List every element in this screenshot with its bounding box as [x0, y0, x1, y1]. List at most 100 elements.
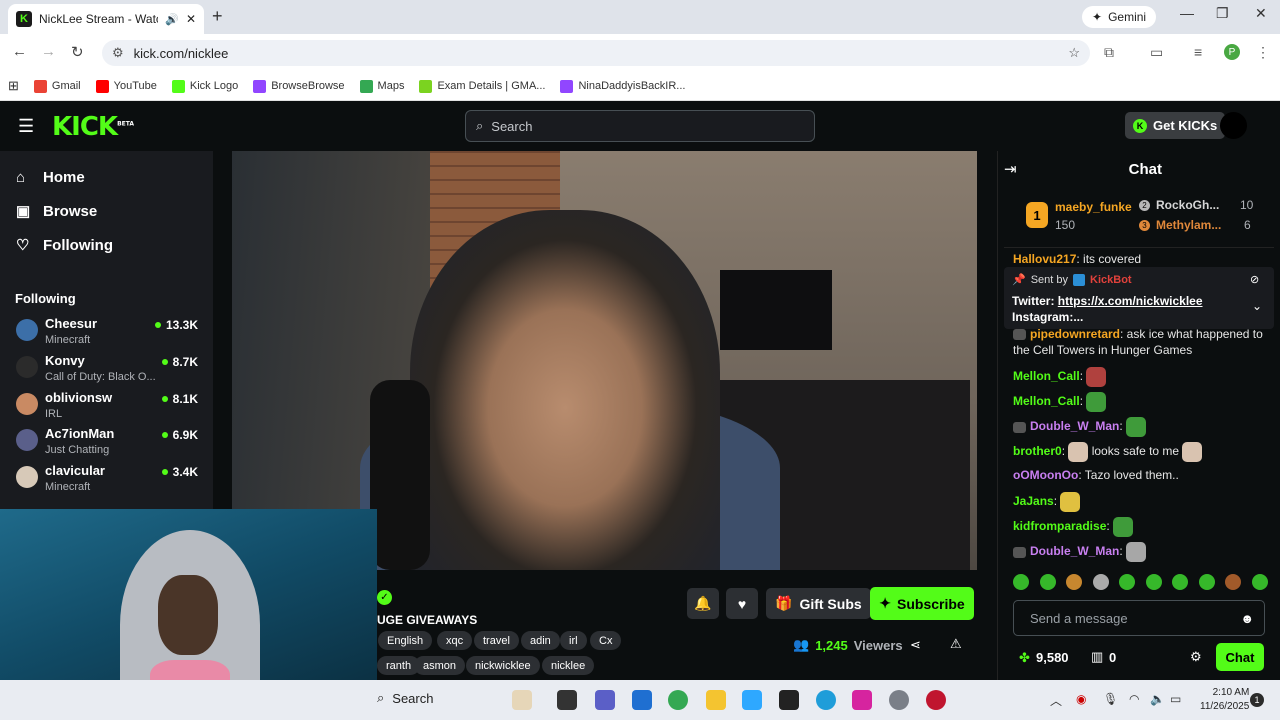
emote-icon[interactable]: [1145, 574, 1162, 590]
follow-heart-button[interactable]: ♥: [726, 588, 758, 619]
stream-tag[interactable]: nickwicklee: [466, 656, 540, 675]
leader-2-name[interactable]: RockoGh...: [1156, 198, 1219, 212]
following-channel[interactable]: Cheesur Minecraft 13.3K: [16, 313, 200, 349]
chat-username[interactable]: Mellon_Call: [1013, 394, 1080, 408]
chat-username[interactable]: oOMoonOo: [1013, 468, 1078, 482]
nav-following[interactable]: ♡ Following: [16, 236, 113, 255]
media-control-icon[interactable]: ≡: [1194, 44, 1202, 60]
store-icon[interactable]: [632, 690, 652, 710]
search-input[interactable]: ⌕ Search: [465, 110, 815, 142]
cake-widget-icon[interactable]: [512, 690, 532, 710]
back-icon[interactable]: ←: [12, 43, 27, 60]
bookmark-item[interactable]: BrowseBrowse: [253, 79, 345, 93]
chat-username[interactable]: Hallovu217: [1013, 252, 1076, 266]
chat-username[interactable]: pipedownretard: [1030, 327, 1120, 341]
bookmark-item[interactable]: YouTube: [95, 79, 157, 93]
expand-pin-icon[interactable]: ⌄: [1252, 299, 1262, 313]
battery-icon[interactable]: ▭: [1170, 692, 1181, 706]
wifi-icon[interactable]: ◠: [1129, 692, 1139, 706]
file-explorer-icon[interactable]: [706, 690, 726, 710]
app-bolt-icon[interactable]: [742, 690, 762, 710]
following-channel[interactable]: oblivionsw IRL 8.1K: [16, 387, 200, 423]
emote-icon[interactable]: [1039, 574, 1056, 590]
bookmark-item[interactable]: Maps: [359, 79, 404, 93]
emote-icon[interactable]: [1119, 574, 1136, 590]
instagram-icon[interactable]: [852, 690, 872, 710]
notification-count[interactable]: 1: [1250, 693, 1264, 707]
chrome-icon[interactable]: [668, 690, 688, 710]
collapse-chat-icon[interactable]: ⇥: [1004, 160, 1017, 178]
volume-icon[interactable]: 🔈: [1150, 692, 1165, 706]
report-warning-icon[interactable]: ⚠: [950, 636, 962, 652]
emote-icon[interactable]: [1225, 574, 1242, 590]
chat-username[interactable]: kidfromparadise: [1013, 519, 1106, 533]
following-channel[interactable]: Ac7ionMan Just Chatting 6.9K: [16, 423, 200, 459]
send-chat-button[interactable]: Chat: [1216, 643, 1264, 671]
tab-close-icon[interactable]: ✕: [186, 12, 196, 26]
bookmark-item[interactable]: NinaDaddyisBackIR...: [560, 79, 685, 93]
stream-tag[interactable]: nicklee: [542, 656, 595, 675]
emote-icon[interactable]: [1172, 574, 1189, 590]
stream-tag[interactable]: asmon: [414, 656, 466, 675]
nav-home[interactable]: ⌂ Home: [16, 169, 85, 186]
bookmark-star-icon[interactable]: ☆: [1068, 45, 1080, 61]
stream-tag[interactable]: travel: [474, 631, 519, 650]
chat-username[interactable]: Double_W_Man: [1030, 544, 1119, 558]
channel-points[interactable]: 9,580: [1036, 650, 1069, 665]
chat-message-input[interactable]: Send a message ☻: [1013, 600, 1265, 636]
edge-icon[interactable]: [816, 690, 836, 710]
taskbar-clock[interactable]: 2:10 AM 11/26/2025: [1200, 686, 1249, 714]
forward-icon[interactable]: →: [41, 43, 56, 60]
dropbox-icon[interactable]: [779, 690, 799, 710]
tray-app-icon[interactable]: ◉: [1076, 692, 1086, 706]
emote-icon[interactable]: [1198, 574, 1215, 590]
get-kicks-button[interactable]: K Get KICKs: [1125, 112, 1226, 139]
kick-logo[interactable]: KICKBETA: [52, 112, 134, 142]
microphone-icon[interactable]: 🎙: [1103, 692, 1118, 706]
leader-1-name[interactable]: maeby_funke: [1055, 200, 1132, 214]
stream-tag[interactable]: English: [378, 631, 433, 650]
emote-icon[interactable]: [1013, 574, 1029, 590]
taskbar-search[interactable]: ⌕ Search: [377, 690, 433, 706]
reload-icon[interactable]: ↻: [71, 43, 84, 61]
site-info-icon[interactable]: ⚙: [112, 45, 124, 61]
maximize-icon[interactable]: ❐: [1216, 5, 1229, 22]
audio-icon[interactable]: 🔊: [165, 13, 179, 26]
chat-settings-icon[interactable]: ⚙: [1190, 649, 1202, 665]
following-channel[interactable]: Konvy Call of Duty: Black O... 8.7K: [16, 350, 200, 386]
bookmark-item[interactable]: Kick Logo: [171, 79, 238, 93]
gift-subs-button[interactable]: 🎁 Gift Subs: [766, 588, 871, 619]
app-red-icon[interactable]: [926, 690, 946, 710]
bookmark-item[interactable]: Gmail: [33, 79, 81, 93]
cast-icon[interactable]: ▭: [1150, 44, 1163, 61]
browser-tab[interactable]: K NickLee Stream - Watch Liv 🔊 ✕: [8, 4, 204, 34]
following-channel[interactable]: clavicular Minecraft 3.4K: [16, 460, 200, 496]
new-tab-icon[interactable]: +: [212, 6, 223, 27]
emote-icon[interactable]: [1251, 574, 1268, 590]
chat-username[interactable]: JaJans: [1013, 494, 1054, 508]
task-view-icon[interactable]: [557, 690, 577, 710]
drops-count[interactable]: 0: [1109, 650, 1116, 665]
subscribe-button[interactable]: ✦ Subscribe: [870, 587, 974, 620]
share-icon[interactable]: ⋖: [910, 637, 921, 653]
notifications-bell-button[interactable]: 🔔: [687, 588, 719, 619]
minimize-icon[interactable]: —: [1180, 5, 1194, 21]
stream-tag[interactable]: Cx: [590, 631, 622, 650]
pinned-twitter-link[interactable]: https://x.com/nickwicklee: [1058, 294, 1203, 308]
extensions-icon[interactable]: ⧉: [1104, 44, 1114, 61]
chat-username[interactable]: Mellon_Call: [1013, 369, 1080, 383]
stream-tag[interactable]: xqc: [437, 631, 473, 650]
bookmark-item[interactable]: Exam Details | GMA...: [419, 79, 545, 93]
emoji-picker-icon[interactable]: ☻: [1240, 611, 1254, 626]
kickbot-name[interactable]: KickBot: [1090, 274, 1132, 286]
stream-tag[interactable]: adin: [521, 631, 560, 650]
emote-icon[interactable]: [1092, 574, 1109, 590]
close-window-icon[interactable]: ✕: [1255, 5, 1267, 22]
leader-3-name[interactable]: Methylam...: [1156, 218, 1221, 232]
browser-profile-avatar[interactable]: P: [1224, 44, 1240, 60]
settings-icon[interactable]: [889, 690, 909, 710]
nav-browse[interactable]: ▣ Browse: [16, 202, 97, 221]
stream-tag[interactable]: irl: [560, 631, 587, 650]
url-field[interactable]: ⚙ kick.com/nicklee ☆: [102, 40, 1090, 66]
chat-username[interactable]: Double_W_Man: [1030, 419, 1119, 433]
